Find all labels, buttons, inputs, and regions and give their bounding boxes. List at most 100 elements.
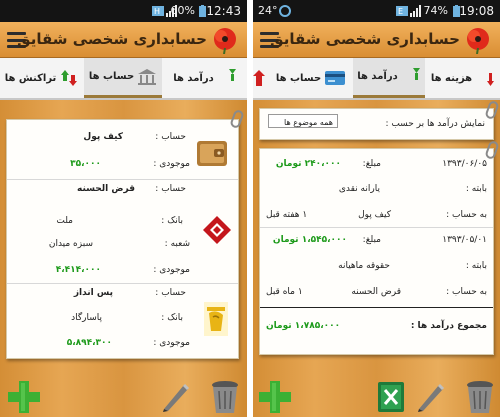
data-icon: E: [396, 6, 408, 16]
subject-label: بابته :: [465, 184, 487, 194]
account-label: حساب :: [155, 184, 186, 194]
bottom-toolbar: [0, 377, 247, 417]
tab-transactions-label: تراکنش ها: [4, 72, 57, 84]
amount-label: مبلغ:: [362, 235, 381, 245]
tab-bar: حساب ها $ درآمد ها $ هزینه ها: [253, 58, 500, 100]
svg-text:$: $: [475, 70, 476, 87]
account-label: حساب :: [155, 288, 186, 298]
wallet-icon: [197, 141, 227, 166]
delete-trash-button[interactable]: [465, 379, 495, 415]
bank-pasargad-icon: [204, 302, 228, 336]
branch-label: شعبه :: [164, 239, 190, 249]
tab-accounts[interactable]: حساب ها: [84, 58, 162, 98]
total-label: مجموع درآمد ها :: [410, 321, 487, 331]
filter-select[interactable]: همه موضوع ها: [268, 114, 338, 128]
tab-expenses[interactable]: $ هزینه ها: [427, 58, 499, 98]
income-amount: ۱،۵۴۵،۰۰۰ تومان: [272, 235, 347, 245]
account-name: کیف پول: [83, 132, 123, 142]
delete-trash-button[interactable]: [210, 379, 240, 415]
sync-icon: [279, 5, 291, 17]
card-icon: [325, 71, 346, 85]
income-date: ۱۳۹۳/۰۵/۰۱: [442, 235, 487, 245]
income-date: ۱۳۹۳/۰۶/۰۵: [442, 159, 487, 169]
accounts-screen: H 60% 12:43 حسابداری شخصی شقایق تراکنش ه…: [0, 0, 247, 417]
amount-label: مبلغ:: [362, 159, 381, 169]
to-account: کیف پول: [358, 210, 391, 220]
svg-text:H: H: [154, 7, 160, 16]
bank-label: بانک :: [161, 216, 183, 226]
tab-income-label: درآمد ها: [173, 72, 214, 84]
income-list: ۲۴۰،۰۰۰ تومان مبلغ: ۱۳۹۳/۰۶/۰۵ بابته : ی…: [259, 139, 500, 355]
balance-value: ۴،۴۱۴،۰۰۰: [55, 265, 101, 275]
tab-accounts-label: حساب ها: [275, 72, 322, 84]
income-subject: حقوقه ماهیانه: [338, 261, 390, 271]
paperclip-icon: [484, 99, 500, 121]
app-title: حسابداری شخصی شقایق: [17, 30, 207, 48]
bottom-toolbar: [253, 377, 500, 417]
tab-bar: تراکنش ها حساب ها $ درآمد ها: [0, 58, 247, 100]
signal-icon: [410, 5, 421, 17]
total-value: ۱،۷۸۵،۰۰۰ تومان: [266, 321, 341, 331]
tab-income[interactable]: $ درآمد ها: [164, 58, 246, 98]
add-button[interactable]: [6, 379, 42, 415]
poppy-logo-icon: [467, 28, 489, 54]
data-icon: H: [152, 6, 164, 16]
excel-export-button[interactable]: [377, 381, 405, 413]
app-header: حسابداری شخصی شقایق: [0, 22, 247, 58]
tab-income-label: درآمد ها: [357, 71, 398, 82]
expense-icon: $: [475, 70, 495, 87]
account-label: حساب :: [155, 132, 186, 142]
divider: [260, 307, 493, 308]
clock: 12:43: [206, 4, 241, 18]
income-screen: 24° E 74% 19:08 حسابداری شخصی شقایق حساب…: [253, 0, 500, 417]
add-button[interactable]: [257, 379, 293, 415]
edit-pencil-button[interactable]: [415, 381, 447, 413]
tab-accounts-label: حساب ها: [88, 71, 135, 82]
app-title: حسابداری شخصی شقایق: [270, 30, 460, 48]
bank-name: پاسارگاد: [71, 313, 102, 323]
branch-name: سبزه میدان: [48, 239, 93, 249]
balance-label: موجودی :: [153, 159, 190, 169]
balance-value: ۵،۸۹۴،۳۰۰: [66, 338, 112, 348]
tab-transactions[interactable]: تراکنش ها: [2, 58, 82, 98]
transactions-icon: [61, 70, 78, 86]
battery-icon: [199, 5, 206, 17]
bank-name: ملت: [56, 216, 73, 226]
svg-text:E: E: [398, 7, 403, 16]
poppy-logo-icon: [214, 28, 236, 54]
bank-icon: [138, 68, 157, 85]
bank-mellat-icon: [203, 216, 231, 244]
time-ago: ۱ هفته قبل: [266, 210, 308, 220]
tab-income[interactable]: $ درآمد ها: [353, 58, 425, 98]
paperclip-icon: [484, 139, 500, 161]
balance-value: ۳۵،۰۰۰: [70, 159, 101, 169]
income-subject: یارانه نقدی: [338, 184, 380, 194]
clock: 19:08: [459, 4, 494, 18]
to-account-label: به حساب :: [446, 287, 487, 297]
accounts-list: حساب : کیف پول موجودی : ۳۵،۰۰۰ حساب : قر…: [6, 108, 245, 359]
income-amount: ۲۴۰،۰۰۰ تومان: [275, 159, 341, 169]
filter-label: نمایش درآمد ها بر حسب :: [385, 119, 485, 129]
filter-bar: همه موضوع ها نمایش درآمد ها بر حسب :: [259, 99, 500, 140]
account-name: قرض الحسنه: [77, 184, 135, 194]
divider: [260, 227, 493, 228]
bank-label: بانک :: [161, 313, 183, 323]
tab-accounts[interactable]: حساب ها: [271, 58, 351, 98]
status-bar: 24° E 74% 19:08: [253, 0, 500, 22]
income-icon: $: [217, 69, 236, 87]
balance-label: موجودی :: [153, 338, 190, 348]
balance-label: موجودی :: [153, 265, 190, 275]
svg-text:$: $: [217, 70, 218, 87]
time-ago: ۱ ماه قبل: [266, 287, 303, 297]
app-header: حسابداری شخصی شقایق: [253, 22, 500, 58]
to-account: قرض الحسنه: [351, 287, 401, 297]
subject-label: بابته :: [465, 261, 487, 271]
battery-percent: 60%: [170, 4, 195, 17]
income-icon: $: [401, 67, 420, 86]
arrow-icon: [253, 70, 265, 86]
to-account-label: به حساب :: [446, 210, 487, 220]
battery-percent: 74%: [423, 4, 448, 17]
edit-pencil-button[interactable]: [160, 381, 192, 413]
divider: [7, 179, 238, 180]
divider: [7, 283, 238, 284]
